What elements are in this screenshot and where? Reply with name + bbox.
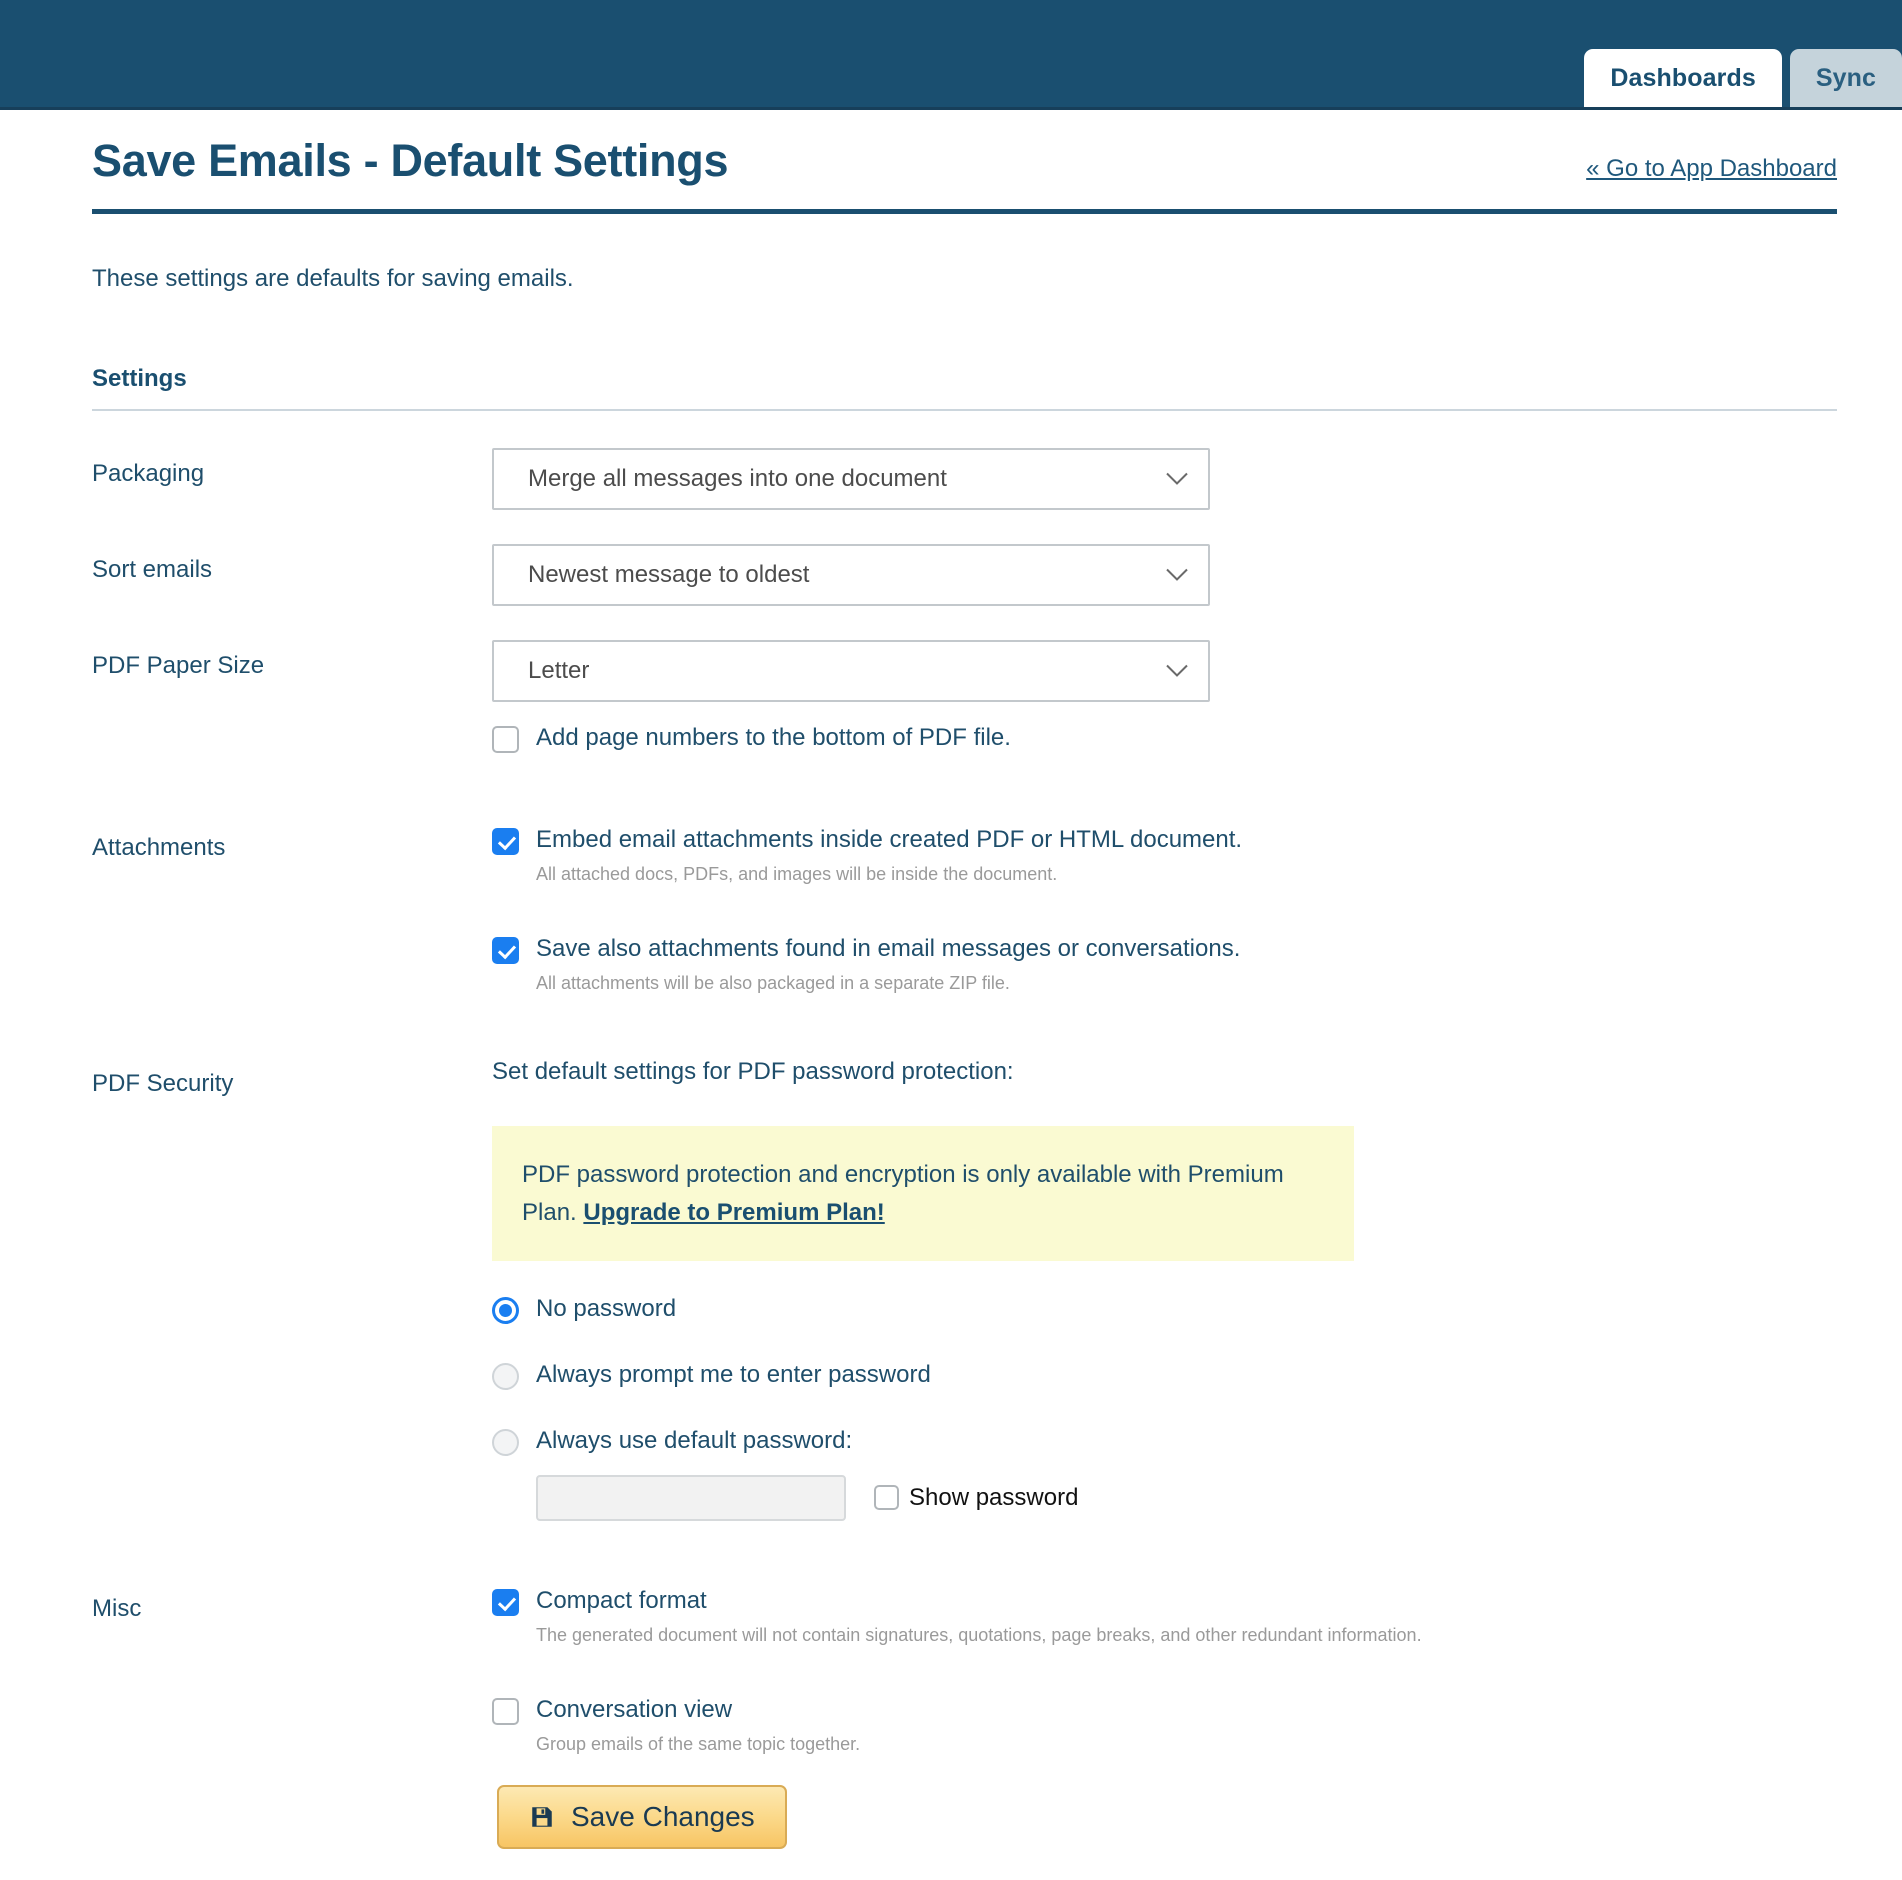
go-to-app-dashboard-link[interactable]: « Go to App Dashboard bbox=[1586, 155, 1837, 183]
tab-dashboards[interactable]: Dashboards bbox=[1584, 49, 1782, 107]
conversation-view-label: Conversation view bbox=[536, 1695, 733, 1723]
option-compact-format[interactable]: Compact format bbox=[492, 1583, 1852, 1619]
section-divider bbox=[92, 409, 1837, 411]
show-password-checkbox[interactable] bbox=[874, 1485, 899, 1511]
section-title: Settings bbox=[92, 365, 187, 392]
label-attachments: Attachments bbox=[92, 834, 226, 861]
label-misc: Misc bbox=[92, 1594, 142, 1622]
packaging-select[interactable]: Merge all messages into one document bbox=[492, 448, 1210, 510]
compact-format-label: Compact format bbox=[536, 1586, 707, 1614]
option-page-numbers[interactable]: Add page numbers to the bottom of PDF fi… bbox=[492, 720, 1852, 756]
page-numbers-checkbox[interactable] bbox=[492, 726, 519, 753]
conversation-view-description: Group emails of the same topic together. bbox=[536, 1733, 861, 1754]
upgrade-to-premium-link[interactable]: Upgrade to Premium Plan! bbox=[583, 1199, 884, 1226]
option-embed-attachments[interactable]: Embed email attachments inside created P… bbox=[492, 822, 1852, 858]
floppy-disk-icon bbox=[529, 1804, 555, 1830]
always-prompt-password-radio[interactable] bbox=[492, 1362, 519, 1390]
embed-attachments-description: All attached docs, PDFs, and images will… bbox=[536, 864, 1058, 884]
pdf-paper-size-select[interactable]: Letter bbox=[492, 640, 1210, 702]
always-prompt-password-label: Always prompt me to enter password bbox=[536, 1360, 931, 1388]
row-pdf-paper-size: PDF Paper Size Letter Add page numbers t… bbox=[92, 640, 1852, 760]
chevron-down-icon bbox=[1166, 472, 1188, 486]
chevron-down-icon bbox=[1166, 664, 1188, 678]
show-password-label: Show password bbox=[909, 1483, 1079, 1511]
page-title: Save Emails - Default Settings bbox=[92, 135, 729, 186]
page-numbers-label: Add page numbers to the bottom of PDF fi… bbox=[536, 724, 1011, 751]
option-show-password[interactable]: Show password bbox=[874, 1484, 1078, 1512]
tab-dashboards-label: Dashboards bbox=[1610, 63, 1756, 92]
tab-strip: Dashboards Sync bbox=[1576, 45, 1902, 107]
default-password-row: Show password bbox=[536, 1474, 1852, 1521]
default-password-input[interactable] bbox=[536, 1474, 846, 1521]
intro-text: These settings are defaults for saving e… bbox=[92, 265, 574, 292]
save-found-attachments-label: Save also attachments found in email mes… bbox=[536, 935, 1241, 963]
embed-attachments-label: Embed email attachments inside created P… bbox=[536, 826, 1243, 853]
row-misc: Misc Compact format The generated docume… bbox=[92, 1583, 1852, 1757]
no-password-label: No password bbox=[536, 1294, 677, 1322]
sort-emails-select-value: Newest message to oldest bbox=[528, 561, 810, 588]
chevron-down-icon bbox=[1166, 568, 1188, 582]
conversation-view-checkbox[interactable] bbox=[492, 1697, 519, 1725]
row-packaging: Packaging Merge all messages into one do… bbox=[92, 448, 1852, 544]
settings-form: Packaging Merge all messages into one do… bbox=[92, 448, 1852, 1757]
embed-attachments-checkbox[interactable] bbox=[492, 828, 519, 855]
form-actions: Save Changes bbox=[497, 1785, 787, 1849]
pdf-paper-size-select-value: Letter bbox=[528, 657, 590, 684]
save-changes-label: Save Changes bbox=[571, 1801, 755, 1832]
always-default-password-label: Always use default password: bbox=[536, 1426, 853, 1454]
title-divider bbox=[92, 209, 1837, 214]
compact-format-checkbox[interactable] bbox=[492, 1588, 519, 1616]
option-save-found-attachments[interactable]: Save also attachments found in email mes… bbox=[492, 931, 1852, 967]
label-pdf-paper-size: PDF Paper Size bbox=[92, 652, 265, 679]
tab-sync-label: Sync bbox=[1815, 63, 1876, 92]
option-always-default-password[interactable]: Always use default password: bbox=[492, 1423, 1852, 1459]
always-default-password-radio[interactable] bbox=[492, 1428, 519, 1456]
page-header: Save Emails - Default Settings « Go to A… bbox=[92, 135, 1837, 214]
row-pdf-security: PDF Security Set default settings for PD… bbox=[92, 1058, 1852, 1521]
packaging-select-value: Merge all messages into one document bbox=[528, 465, 947, 492]
settings-section-header: Settings bbox=[92, 365, 1837, 411]
save-changes-button[interactable]: Save Changes bbox=[497, 1785, 787, 1849]
top-navigation-bar: Dashboards Sync bbox=[0, 0, 1902, 110]
label-sort-emails: Sort emails bbox=[92, 556, 213, 583]
premium-plan-notice: PDF password protection and encryption i… bbox=[492, 1126, 1354, 1261]
save-found-attachments-checkbox[interactable] bbox=[492, 937, 519, 965]
label-packaging: Packaging bbox=[92, 460, 205, 487]
option-conversation-view[interactable]: Conversation view bbox=[492, 1692, 1852, 1728]
row-attachments: Attachments Embed email attachments insi… bbox=[92, 822, 1852, 996]
option-always-prompt-password[interactable]: Always prompt me to enter password bbox=[492, 1357, 1852, 1393]
save-found-attachments-description: All attachments will be also packaged in… bbox=[536, 973, 1010, 994]
label-pdf-security: PDF Security bbox=[92, 1070, 234, 1098]
sort-emails-select[interactable]: Newest message to oldest bbox=[492, 544, 1210, 606]
option-no-password[interactable]: No password bbox=[492, 1291, 1852, 1327]
pdf-security-lead-text: Set default settings for PDF password pr… bbox=[492, 1058, 1014, 1086]
row-sort-emails: Sort emails Newest message to oldest bbox=[92, 544, 1852, 640]
no-password-radio[interactable] bbox=[492, 1296, 519, 1324]
tab-sync[interactable]: Sync bbox=[1789, 49, 1902, 107]
compact-format-description: The generated document will not contain … bbox=[536, 1624, 1422, 1645]
